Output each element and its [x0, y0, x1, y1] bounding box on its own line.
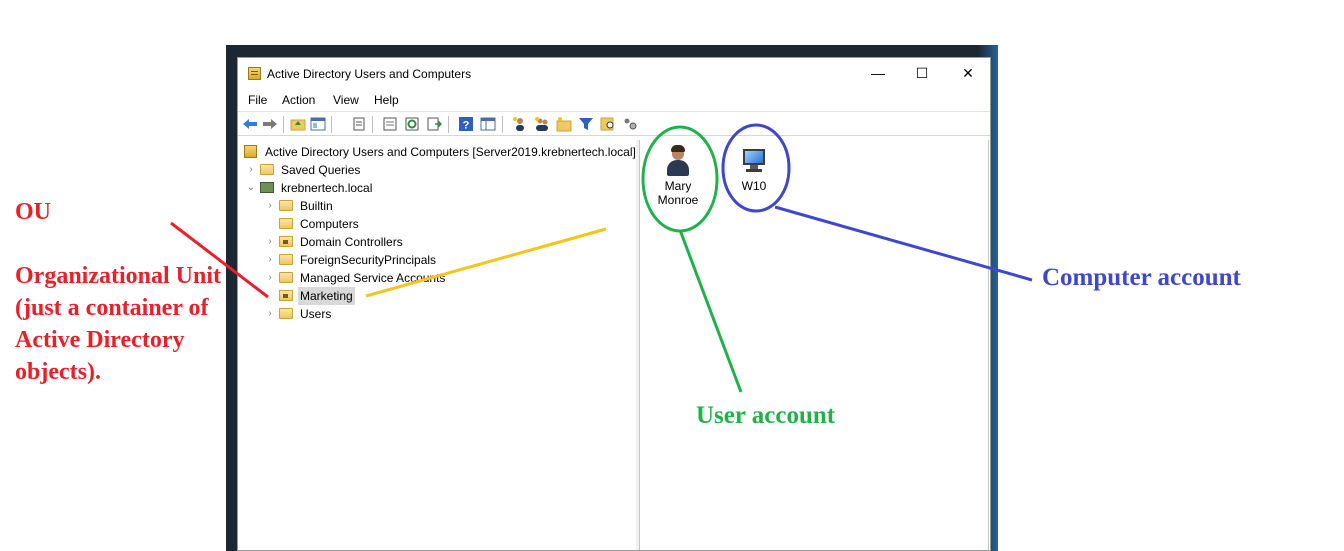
computer-icon: [739, 145, 769, 177]
toolbar-separator: [372, 116, 373, 133]
menu-file[interactable]: File: [248, 93, 267, 107]
folder-icon: [279, 200, 293, 211]
aduc-window: Active Directory Users and Computers — ☐…: [237, 57, 991, 551]
user-object-label: Mary Monroe: [643, 179, 713, 207]
expand-icon[interactable]: ›: [265, 233, 275, 251]
refresh-icon[interactable]: [404, 116, 420, 132]
aduc-app-icon: [248, 67, 261, 80]
toolbar: ?: [238, 111, 990, 136]
expand-icon[interactable]: ›: [265, 305, 275, 323]
computer-icon-screen: [743, 149, 765, 165]
user-icon-hair: [671, 145, 685, 152]
menu-action[interactable]: Action: [282, 93, 315, 107]
computer-icon-base: [746, 169, 762, 172]
new-ou-icon[interactable]: [556, 116, 572, 132]
find-icon[interactable]: [600, 116, 616, 132]
tree-root-label: Active Directory Users and Computers [Se…: [265, 145, 636, 159]
window-title: Active Directory Users and Computers: [267, 67, 472, 81]
user-icon: [663, 145, 693, 177]
folder-icon: [279, 272, 293, 283]
tree-item-label: Computers: [300, 217, 359, 231]
console-tree: Active Directory Users and Computers [Se…: [238, 140, 637, 550]
user-object-mary-monroe[interactable]: Mary Monroe: [643, 145, 713, 207]
expand-icon[interactable]: ›: [265, 197, 275, 215]
tree-item-label: Marketing: [298, 287, 355, 305]
computer-object-label: W10: [741, 179, 767, 193]
computer-account-annotation: Computer account: [1042, 264, 1241, 291]
user-account-annotation: User account: [696, 402, 836, 429]
collapse-icon[interactable]: ⌄: [246, 179, 256, 197]
expand-icon[interactable]: ›: [265, 251, 275, 269]
toolbar-separator: [331, 116, 332, 133]
ou-annotation: OU Organizational Unit (just a container…: [15, 196, 230, 388]
svg-text:?: ?: [463, 120, 470, 132]
ou-folder-icon: [279, 236, 293, 247]
tree-item-label: Saved Queries: [281, 163, 361, 177]
menu-view[interactable]: View: [333, 93, 359, 107]
details-pane: Mary Monroe W10: [640, 140, 989, 550]
aduc-root-icon: [244, 145, 257, 158]
tree-item-label: Domain Controllers: [300, 235, 403, 249]
folder-icon: [260, 164, 274, 175]
user-icon-body: [667, 160, 689, 176]
close-button[interactable]: ✕: [945, 58, 990, 90]
folder-icon: [279, 308, 293, 319]
toolbar-separator: [502, 116, 503, 133]
folder-icon: [279, 218, 293, 229]
show-tree-icon[interactable]: [310, 116, 326, 132]
toolbar-separator: [283, 116, 284, 133]
title-bar[interactable]: Active Directory Users and Computers — ☐…: [238, 58, 990, 90]
ou-annotation-description: Organizational Unit (just a container of…: [15, 263, 222, 385]
maximize-button[interactable]: ☐: [899, 58, 945, 90]
tree-item-label: Users: [300, 307, 332, 321]
expand-icon[interactable]: ›: [246, 161, 256, 179]
new-group-icon[interactable]: [534, 116, 550, 132]
menu-bar: File Action View Help: [238, 90, 990, 110]
computer-object-w10[interactable]: W10: [719, 145, 789, 193]
new-user-icon[interactable]: [512, 116, 528, 132]
properties-icon[interactable]: [382, 116, 398, 132]
folder-icon: [279, 254, 293, 265]
tree-item-label: Managed Service Accounts: [300, 271, 446, 285]
domain-icon: [260, 182, 274, 193]
export-list-icon[interactable]: [426, 116, 442, 132]
user-name-first: Mary: [664, 179, 692, 193]
forward-arrow-icon[interactable]: [262, 116, 278, 132]
filter-icon[interactable]: [578, 116, 594, 132]
help-icon[interactable]: ?: [458, 116, 474, 132]
back-arrow-icon[interactable]: [242, 116, 258, 132]
delegate-icon[interactable]: [622, 116, 638, 132]
ou-annotation-title: OU: [15, 199, 51, 225]
user-name-last: Monroe: [657, 193, 699, 207]
tree-item-label: Builtin: [300, 199, 333, 213]
expand-icon[interactable]: ›: [265, 269, 275, 287]
minimize-button[interactable]: —: [855, 58, 901, 90]
tree-item-label: krebnertech.local: [281, 181, 373, 195]
toolbar-separator: [448, 116, 449, 133]
tree-item-label: ForeignSecurityPrincipals: [300, 253, 437, 267]
up-folder-icon[interactable]: [290, 116, 306, 132]
console-view-icon[interactable]: [480, 116, 496, 132]
menu-help[interactable]: Help: [374, 93, 399, 107]
ou-folder-icon: [279, 290, 293, 301]
copy-icon[interactable]: [351, 116, 367, 132]
